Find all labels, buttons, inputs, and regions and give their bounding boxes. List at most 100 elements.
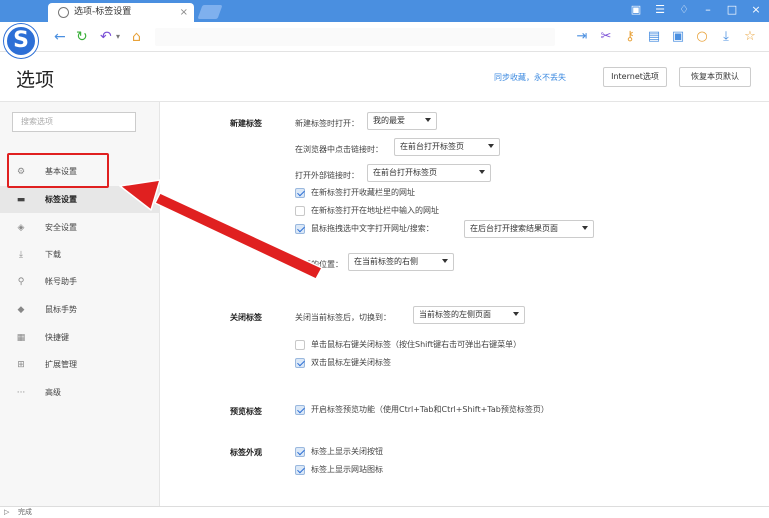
- download-icon[interactable]: ⤓: [719, 27, 733, 47]
- checkbox[interactable]: [295, 405, 305, 415]
- checkbox[interactable]: [295, 224, 305, 234]
- back-icon[interactable]: ←: [54, 27, 66, 47]
- sidebar-item-label: 安全设置: [45, 223, 77, 232]
- sidebar-item-label: 扩展管理: [45, 360, 77, 369]
- checkbox[interactable]: [295, 188, 305, 198]
- maximize-icon[interactable]: □: [725, 2, 739, 18]
- search-input[interactable]: 搜索选项: [12, 112, 136, 132]
- sidebar-item-download[interactable]: ⤓ 下载: [0, 241, 160, 268]
- sidebar-item-label: 快捷键: [45, 333, 69, 342]
- sidebar-item-security[interactable]: ◈ 安全设置: [0, 214, 160, 241]
- browser-link-value: 在前台打开标签页: [400, 142, 464, 151]
- keyboard-icon: ▦: [16, 333, 26, 343]
- tab-close-icon[interactable]: ×: [180, 3, 188, 22]
- checkbox-label: 开启标签预览功能（使用Ctrl+Tab和Ctrl+Shift+Tab预览标签页）: [311, 405, 549, 414]
- switch-label: 关闭当前标签后，切换到：: [295, 313, 391, 322]
- sidebar-item-label: 高级: [45, 388, 61, 397]
- status-text: 完成: [18, 508, 32, 516]
- sidebar-item-tabs[interactable]: ▬ 标签设置: [0, 186, 160, 213]
- position-dropdown[interactable]: 在当前标签的右侧: [348, 253, 454, 271]
- close-icon[interactable]: ×: [749, 2, 763, 18]
- toolbar-icons: ⇥ ✂ ⚷ ▤ ▣ ○ ⤓ ☆: [575, 27, 757, 47]
- status-bar: ▷ 完成: [0, 506, 769, 518]
- external-link-label: 打开外部链接时：: [295, 171, 359, 180]
- checkbox[interactable]: [295, 447, 305, 457]
- open-label: 新建标签时打开：: [295, 119, 359, 128]
- checkbox-label: 标签上显示关闭按钮: [311, 447, 383, 456]
- external-link-value: 在前台打开标签页: [373, 168, 437, 177]
- more-icon: ···: [16, 388, 26, 398]
- sidebar-icon[interactable]: ⇥: [575, 27, 589, 47]
- open-dropdown[interactable]: 我的最爱: [367, 112, 437, 130]
- sidebar-item-gestures[interactable]: ◆ 鼠标手势: [0, 296, 160, 323]
- caret-down-icon: [582, 226, 588, 230]
- new-tab-button[interactable]: [197, 5, 223, 19]
- open-value: 我的最爱: [373, 116, 405, 125]
- checkbox[interactable]: [295, 340, 305, 350]
- mouse-icon: ◆: [17, 305, 25, 315]
- window-controls: ▣ ☰ ♢ – □ ×: [629, 2, 763, 18]
- sidebar-item-account[interactable]: ⚲ 帐号助手: [0, 268, 160, 295]
- checkbox-label: 在新标签打开收藏栏里的网址: [311, 188, 415, 197]
- sidebar-item-extensions[interactable]: ⊞ 扩展管理: [0, 351, 160, 378]
- star-icon[interactable]: ☆: [743, 27, 757, 47]
- sidebar-item-label: 鼠标手势: [45, 305, 77, 314]
- caret-down-icon: [513, 312, 519, 316]
- refresh-icon[interactable]: ↻: [76, 27, 88, 47]
- sidebar-item-advanced[interactable]: ··· 高级: [0, 379, 160, 406]
- home-icon[interactable]: ⌂: [132, 27, 141, 47]
- browser-link-dropdown[interactable]: 在前台打开标签页: [394, 138, 500, 156]
- restore-defaults-button[interactable]: 恢复本页默认: [679, 67, 751, 87]
- checkbox[interactable]: [295, 465, 305, 475]
- skin-icon[interactable]: ☰: [653, 2, 667, 18]
- checkbox-label: 在新标签打开在地址栏中输入的网址: [311, 206, 439, 215]
- checkbox[interactable]: [295, 358, 305, 368]
- sidebar-item-label: 帐号助手: [45, 277, 77, 286]
- caret-down-icon: [442, 259, 448, 263]
- internet-options-button[interactable]: Internet选项: [603, 67, 667, 87]
- checkbox[interactable]: [295, 206, 305, 216]
- section-title-tab-appearance: 标签外观: [230, 448, 262, 457]
- address-bar[interactable]: [155, 28, 555, 46]
- drag-search-dropdown[interactable]: 在后台打开搜索结果页面: [464, 220, 594, 238]
- checkbox-label: 鼠标拖拽选中文字打开网址/搜索：: [311, 224, 434, 233]
- sidebar-item-label: 下载: [45, 250, 61, 259]
- reader-icon[interactable]: ▤: [647, 27, 661, 47]
- switch-dropdown[interactable]: 当前标签的左侧页面: [413, 306, 525, 324]
- menu-icon[interactable]: ▣: [629, 2, 643, 18]
- shirt-icon[interactable]: ♢: [677, 2, 691, 18]
- caret-down-icon: [488, 144, 494, 148]
- coin-icon[interactable]: ○: [695, 27, 709, 47]
- sidebar-item-shortcuts[interactable]: ▦ 快捷键: [0, 324, 160, 351]
- status-icon: ▷: [4, 508, 10, 516]
- browser-logo[interactable]: S: [4, 24, 38, 58]
- caret-down-icon: [479, 170, 485, 174]
- shield-icon: ◈: [17, 223, 25, 233]
- screenshot-icon[interactable]: ▣: [671, 27, 685, 47]
- key-icon[interactable]: ⚷: [623, 27, 637, 47]
- active-tab[interactable]: 选项-标签设置 ×: [48, 3, 194, 22]
- undo-dropdown-icon[interactable]: ▾: [116, 27, 120, 47]
- external-link-dropdown[interactable]: 在前台打开标签页: [367, 164, 491, 182]
- caret-down-icon: [425, 118, 431, 122]
- title-bar: 选项-标签设置 × ▣ ☰ ♢ – □ ×: [0, 0, 769, 22]
- switch-value: 当前标签的左侧页面: [419, 310, 491, 319]
- browser-window: 选项-标签设置 × ▣ ☰ ♢ – □ × S ← ↻ ↶ ▾ ⌂ ⇥ ✂ ⚷ …: [0, 0, 769, 518]
- tab-title: 选项-标签设置: [74, 7, 132, 17]
- page-title: 选项: [16, 69, 55, 91]
- undo-icon[interactable]: ↶: [100, 27, 112, 47]
- sync-link[interactable]: 同步收藏，永不丢失: [494, 72, 566, 83]
- position-value: 在当前标签的右侧: [354, 257, 418, 266]
- scissors-icon[interactable]: ✂: [599, 27, 613, 47]
- highlight-box: [7, 153, 109, 188]
- sidebar-item-label: 标签设置: [45, 195, 77, 204]
- toolbar: S ← ↻ ↶ ▾ ⌂ ⇥ ✂ ⚷ ▤ ▣ ○ ⤓ ☆: [0, 22, 769, 58]
- section-title-new-tab: 新建标签: [230, 119, 262, 128]
- browser-link-label: 在浏览器中点击链接时：: [295, 145, 383, 154]
- checkbox-label: 双击鼠标左键关闭标签: [311, 358, 391, 367]
- section-title-preview-tab: 预览标签: [230, 407, 262, 416]
- section-title-close-tab: 关闭标签: [230, 313, 262, 322]
- checkbox-label: 标签上显示网站图标: [311, 465, 383, 474]
- minimize-icon[interactable]: –: [701, 2, 715, 18]
- gear-icon: [58, 7, 69, 18]
